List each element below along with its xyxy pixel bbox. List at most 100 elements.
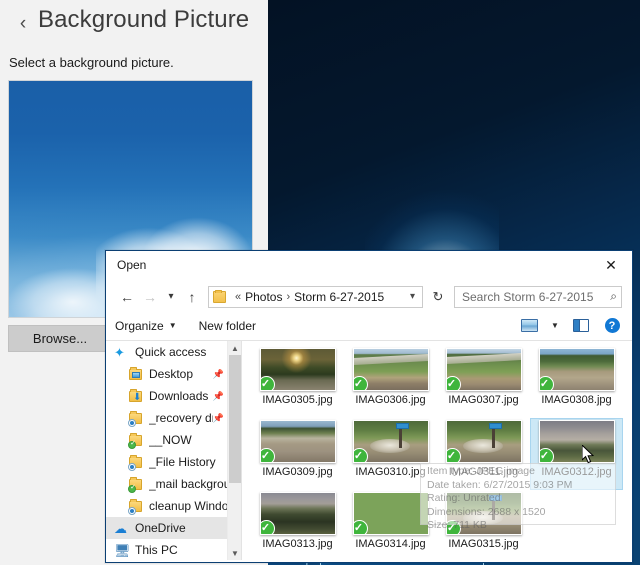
sync-check-icon xyxy=(446,448,461,462)
page-title: Background Picture xyxy=(38,6,250,33)
pin-icon[interactable]: 📌 xyxy=(213,413,224,424)
nav-item-onedrive[interactable]: ☁ OneDrive xyxy=(106,517,228,539)
nav-item-recovery-driv[interactable]: _recovery driv📌 xyxy=(106,407,228,429)
file-name-label: IMAG0308.jpg xyxy=(541,394,612,406)
sync-check-icon xyxy=(353,448,368,462)
sync-ok-badge-icon xyxy=(128,439,137,449)
arrow-up-icon[interactable]: ↑ xyxy=(181,286,203,308)
dialog-title: Open xyxy=(117,258,147,272)
address-chevron-down-icon[interactable]: ▾ xyxy=(410,291,415,302)
file-thumbnail xyxy=(445,420,522,463)
close-icon[interactable]: ✕ xyxy=(590,251,632,280)
navigation-list: ✦ Quick access Desktop 📌 ⬇ Downloads 📌 _recover… xyxy=(106,341,228,560)
sync-check-icon xyxy=(446,520,461,534)
arrow-right-icon[interactable]: → xyxy=(139,286,161,308)
file-tile[interactable]: IMAG0312.jpg xyxy=(530,418,623,490)
file-tile[interactable]: IMAG0306.jpg xyxy=(344,346,437,418)
search-input[interactable]: Search Storm 6-27-2015 ⌕ xyxy=(454,285,622,308)
sync-check-icon xyxy=(446,376,461,390)
nav-item-file-history[interactable]: _File History xyxy=(106,451,228,473)
file-list-pane[interactable]: IMAG0305.jpg IMAG0306.jpg IMAG0307.jpg IMAG… xyxy=(242,341,632,560)
nav-item-label: _recovery driv xyxy=(149,411,213,425)
file-name-label: IMAG0311.jpg xyxy=(448,466,519,478)
pin-icon[interactable]: 📌 xyxy=(213,369,224,380)
chevron-down-icon: ▼ xyxy=(168,321,177,330)
folder-icon xyxy=(213,289,226,303)
refresh-icon[interactable]: ↻ xyxy=(429,287,447,307)
file-tile[interactable]: IMAG0311.jpg xyxy=(437,418,530,490)
thumbnail-detail xyxy=(489,423,503,430)
file-tile[interactable]: IMAG0315.jpg xyxy=(437,490,530,560)
nav-item-quick-access[interactable]: ✦ Quick access xyxy=(106,341,228,363)
address-bar[interactable]: « Photos › Storm 6-27-2015 ▾ xyxy=(208,285,423,308)
nav-item-desktop[interactable]: Desktop 📌 xyxy=(106,363,228,385)
desktop-folder-icon xyxy=(128,366,144,382)
chevron-up-icon[interactable]: ▲ xyxy=(228,341,241,355)
arrow-left-icon[interactable]: ← xyxy=(116,286,138,308)
dialog-titlebar: Open ✕ xyxy=(106,251,632,282)
nav-item-mail-backgroun[interactable]: _mail backgroun xyxy=(106,473,228,495)
file-thumbnail xyxy=(352,420,429,463)
new-folder-button[interactable]: New folder xyxy=(199,319,256,333)
file-tile[interactable]: IMAG0309.jpg xyxy=(251,418,344,490)
file-name-label: IMAG0313.jpg xyxy=(262,538,333,550)
nav-item-this-pc[interactable]: 🖥 This PC xyxy=(106,539,228,560)
nav-item-now[interactable]: __NOW xyxy=(106,429,228,451)
chevron-down-icon[interactable]: ▼ xyxy=(228,546,241,560)
downloads-folder-icon: ⬇ xyxy=(128,388,144,404)
view-options-icon[interactable] xyxy=(518,316,540,336)
help-icon[interactable]: ? xyxy=(601,316,623,336)
navigation-scrollbar[interactable]: ▲ ▼ xyxy=(227,341,241,560)
dialog-body: ✦ Quick access Desktop 📌 ⬇ Downloads 📌 _recover… xyxy=(106,341,632,560)
file-tile[interactable]: IMAG0308.jpg xyxy=(530,346,623,418)
preview-pane-icon[interactable] xyxy=(570,316,592,336)
file-thumbnail xyxy=(445,492,522,535)
nav-item-cleanup-window[interactable]: cleanup Window xyxy=(106,495,228,517)
sync-check-icon xyxy=(353,520,368,534)
chevron-left-icon[interactable]: ‹ xyxy=(12,12,34,36)
nav-item-label: Quick access xyxy=(135,345,207,359)
help-glyph: ? xyxy=(604,318,620,333)
breadcrumb-item-photos[interactable]: Photos xyxy=(245,290,282,304)
file-grid: IMAG0305.jpg IMAG0306.jpg IMAG0307.jpg IMAG… xyxy=(251,346,629,560)
scrollbar-thumb[interactable] xyxy=(229,355,241,483)
sync-check-icon xyxy=(539,448,554,462)
browse-button[interactable]: Browse... xyxy=(8,325,112,352)
search-icon: ⌕ xyxy=(610,289,617,303)
organize-button[interactable]: Organize ▼ xyxy=(115,319,177,333)
command-bar: Organize ▼ New folder ▼ ? xyxy=(106,311,632,341)
file-tile[interactable]: IMAG0313.jpg xyxy=(251,490,344,560)
file-name-label: IMAG0309.jpg xyxy=(262,466,333,478)
file-tile[interactable]: IMAG0305.jpg xyxy=(251,346,344,418)
open-file-dialog: Open ✕ ← → ▾ ↑ « Photos › Storm 6-27-201… xyxy=(105,250,633,563)
nav-item-label: _File History xyxy=(149,455,216,469)
breadcrumb-item-current[interactable]: Storm 6-27-2015 xyxy=(294,290,384,304)
file-name-label: IMAG0312.jpg xyxy=(541,466,612,478)
folder-icon xyxy=(128,410,144,427)
organize-label: Organize xyxy=(115,318,164,333)
sync-check-icon xyxy=(260,520,275,534)
file-thumbnail xyxy=(259,348,336,391)
nav-item-label: _mail backgroun xyxy=(149,477,228,491)
file-tile[interactable]: IMAG0310.jpg xyxy=(344,418,437,490)
folder-icon xyxy=(128,432,144,449)
file-thumbnail xyxy=(259,420,336,463)
file-tile[interactable]: IMAG0314.jpg xyxy=(344,490,437,560)
star-icon: ✦ xyxy=(114,344,125,360)
search-placeholder: Search Storm 6-27-2015 xyxy=(462,289,594,304)
sync-check-icon xyxy=(539,376,554,390)
file-name-label: IMAG0307.jpg xyxy=(448,394,519,406)
file-tile[interactable]: IMAG0307.jpg xyxy=(437,346,530,418)
recent-locations-chevron-down-icon[interactable]: ▾ xyxy=(162,286,180,308)
breadcrumb-separator: › xyxy=(286,290,291,303)
file-name-label: IMAG0310.jpg xyxy=(355,466,426,478)
breadcrumb-overflow[interactable]: « xyxy=(235,291,241,303)
computer-icon: 🖥 xyxy=(114,542,131,558)
folder-icon xyxy=(128,476,144,493)
pin-icon[interactable]: 📌 xyxy=(213,391,224,402)
nav-item-label: cleanup Window xyxy=(149,499,228,513)
sync-check-icon xyxy=(260,448,275,462)
sync-check-icon xyxy=(260,376,275,390)
view-options-chevron-down-icon[interactable]: ▼ xyxy=(549,316,561,336)
nav-item-downloads[interactable]: ⬇ Downloads 📌 xyxy=(106,385,228,407)
